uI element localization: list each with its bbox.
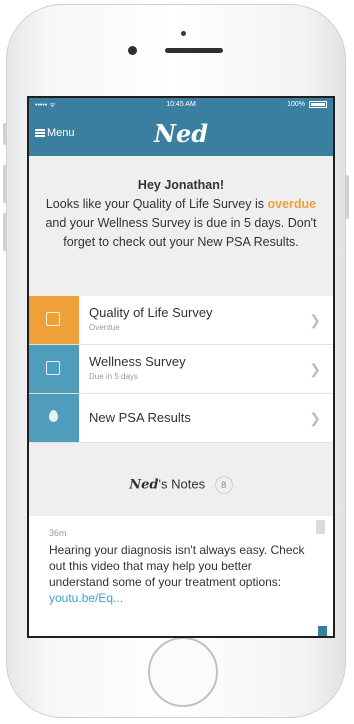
nav-bar: Menu Ned: [29, 112, 333, 156]
app-title: Ned: [154, 119, 208, 148]
chevron-right-icon: ❯: [309, 410, 321, 426]
task-wellness-survey[interactable]: Wellness Survey Due in 5 days ❯: [29, 345, 333, 394]
chevron-right-icon: ❯: [309, 361, 321, 377]
power-button: [345, 175, 349, 219]
task-new-psa-results[interactable]: New PSA Results ❯: [29, 394, 333, 443]
status-bar: ••••• ᯤ 10:45 AM 100%: [29, 98, 333, 112]
greeting-hello: Hey Jonathan!: [137, 178, 225, 192]
volume-down-button: [3, 213, 7, 251]
note-card[interactable]: 36m Hearing your diagnosis isn't always …: [29, 516, 333, 636]
video-link[interactable]: youtu.be/Eq...: [49, 591, 123, 605]
note-body: Hearing your diagnosis isn't always easy…: [49, 542, 311, 606]
task-quality-of-life-survey[interactable]: Quality of Life Survey Overdue ❯: [29, 296, 333, 345]
greeting-message: Looks like your Quality of Life Survey i…: [45, 195, 317, 252]
survey-icon: [46, 312, 60, 326]
chevron-right-icon: ❯: [309, 312, 321, 328]
volume-up-button: [3, 165, 7, 203]
notes-count-badge: 8: [214, 476, 233, 494]
earpiece-speaker: [165, 48, 223, 53]
task-title: Quality of Life Survey: [89, 305, 213, 320]
notes-header: Ned's Notes 8: [29, 476, 333, 494]
note-text: Hearing your diagnosis isn't always easy…: [49, 543, 305, 589]
phone-screen: ••••• ᯤ 10:45 AM 100% Menu Ned Hey Jonat…: [27, 96, 335, 638]
notes-brand: Ned: [129, 477, 159, 493]
note-timestamp: 36m: [49, 528, 67, 538]
battery-icon: [309, 101, 327, 108]
bookmark-icon[interactable]: [316, 520, 325, 538]
survey-icon: [46, 361, 60, 375]
task-badge: [29, 345, 79, 393]
task-subtitle: Overdue: [89, 323, 120, 332]
proximity-sensor: [181, 31, 186, 36]
task-title: New PSA Results: [89, 410, 191, 425]
notes-title: 's Notes: [158, 476, 206, 492]
overdue-highlight: overdue: [267, 197, 317, 211]
battery-percent: 100%: [287, 101, 305, 108]
home-button[interactable]: [148, 637, 218, 707]
task-title: Wellness Survey: [89, 354, 186, 369]
task-badge: [29, 296, 79, 344]
task-subtitle: Due in 5 days: [89, 372, 138, 381]
front-camera: [128, 46, 137, 55]
drop-icon: [49, 410, 58, 422]
mute-switch: [3, 123, 7, 145]
greeting-panel: Hey Jonathan! Looks like your Quality of…: [29, 156, 333, 284]
task-list: Quality of Life Survey Overdue ❯ Wellnes…: [29, 296, 333, 443]
task-badge: [29, 394, 79, 442]
greeting-text-before: Looks like your Quality of Life Survey i…: [45, 197, 268, 211]
greeting-text-after: and your Wellness Survey is due in 5 day…: [45, 216, 317, 249]
scroll-indicator: [318, 626, 327, 636]
